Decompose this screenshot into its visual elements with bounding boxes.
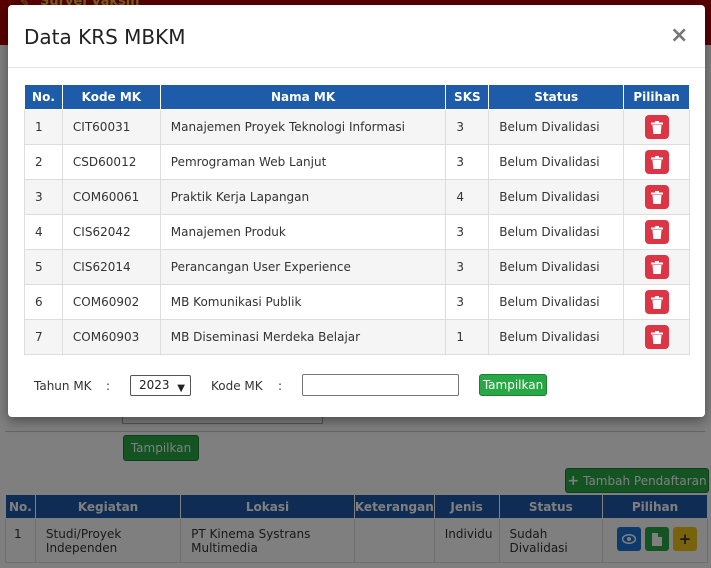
trash-icon — [650, 190, 663, 204]
table-row: 1 CIT60031 Manajemen Proyek Teknologi Info… — [24, 109, 690, 145]
krs-header-row: No. Kode MK Nama MK SKS Status Pilihan — [24, 84, 690, 110]
col-header-kode: Kode MK — [61, 84, 161, 110]
cell-nama: Perancangan User Experience — [159, 249, 447, 285]
trash-icon — [650, 120, 663, 134]
cell-nama: Pemrograman Web Lanjut — [159, 144, 447, 180]
cell-status: Belum Divalidasi — [488, 179, 625, 215]
cell-status: Belum Divalidasi — [488, 319, 625, 355]
cell-pilihan — [623, 144, 690, 180]
cell-pilihan — [623, 109, 690, 145]
delete-button[interactable] — [644, 115, 669, 139]
modal-title: Data KRS MBKM — [24, 25, 186, 49]
cell-pilihan — [623, 179, 690, 215]
delete-button[interactable] — [644, 290, 669, 314]
tahun-colon: : — [106, 379, 111, 393]
col-header-pilihan: Pilihan — [623, 84, 690, 110]
cell-sks: 3 — [445, 144, 490, 180]
cell-status: Belum Divalidasi — [488, 214, 625, 250]
kode-label: Kode MK — [211, 379, 263, 393]
filter-bar: Tahun MK : 2023 ▼ Kode MK : Tampilkan — [34, 373, 674, 399]
cell-sks: 1 — [445, 319, 490, 355]
cell-status: Belum Divalidasi — [488, 249, 625, 285]
trash-icon — [650, 260, 663, 274]
delete-button[interactable] — [644, 150, 669, 174]
cell-sks: 3 — [445, 249, 490, 285]
cell-status: Belum Divalidasi — [488, 284, 625, 320]
cell-pilihan — [623, 284, 690, 320]
trash-icon — [650, 225, 663, 239]
tahun-select[interactable]: 2023 ▼ — [130, 375, 191, 396]
trash-icon — [650, 295, 663, 309]
cell-kode: CIT60031 — [61, 109, 161, 145]
table-row: 3 COM60061 Praktik Kerja Lapangan 4 Belum Di… — [24, 179, 690, 215]
delete-button[interactable] — [644, 220, 669, 244]
table-row: 4 CIS62042 Manajemen Produk 3 Belum Divalida… — [24, 214, 690, 250]
cell-kode: CIS62042 — [61, 214, 161, 250]
modal-header: Data KRS MBKM × — [8, 5, 705, 68]
cell-sks: 4 — [445, 179, 490, 215]
cell-kode: CIS62014 — [61, 249, 161, 285]
col-header-sks: SKS — [445, 84, 490, 110]
cell-pilihan — [623, 249, 690, 285]
cell-kode: COM60903 — [61, 319, 161, 355]
kode-colon: : — [278, 379, 283, 393]
delete-button[interactable] — [644, 325, 669, 349]
col-header-status: Status — [488, 84, 625, 110]
cell-pilihan — [623, 214, 690, 250]
table-row: 2 CSD60012 Pemrograman Web Lanjut 3 Belum Di… — [24, 144, 690, 180]
col-header-no: No. — [24, 84, 63, 110]
delete-button[interactable] — [644, 185, 669, 209]
cell-kode: COM60902 — [61, 284, 161, 320]
table-row: 5 CIS62014 Perancangan User Experience 3 Bel… — [24, 249, 690, 285]
cell-nama: MB Diseminasi Merdeka Belajar — [159, 319, 447, 355]
cell-nama: Manajemen Produk — [159, 214, 447, 250]
chevron-down-icon: ▼ — [177, 383, 185, 394]
cell-status: Belum Divalidasi — [488, 109, 625, 145]
tahun-label: Tahun MK — [34, 379, 92, 393]
cell-sks: 3 — [445, 109, 490, 145]
krs-modal: Data KRS MBKM × No. Kode MK Nama MK SKS … — [8, 5, 705, 417]
trash-icon — [650, 155, 663, 169]
trash-icon — [650, 330, 663, 344]
cell-no: 2 — [24, 144, 63, 180]
cell-nama: Manajemen Proyek Teknologi Informasi — [159, 109, 447, 145]
cell-no: 3 — [24, 179, 63, 215]
cell-status: Belum Divalidasi — [488, 144, 625, 180]
cell-sks: 3 — [445, 214, 490, 250]
cell-nama: MB Komunikasi Publik — [159, 284, 447, 320]
close-icon[interactable]: × — [670, 23, 688, 48]
cell-no: 5 — [24, 249, 63, 285]
cell-no: 4 — [24, 214, 63, 250]
col-header-nama: Nama MK — [159, 84, 447, 110]
cell-nama: Praktik Kerja Lapangan — [159, 179, 447, 215]
cell-no: 1 — [24, 109, 63, 145]
krs-table: No. Kode MK Nama MK SKS Status Pilihan 1… — [24, 84, 690, 355]
table-row: 6 COM60902 MB Komunikasi Publik 3 Belum Diva… — [24, 284, 690, 320]
cell-no: 7 — [24, 319, 63, 355]
table-row: 7 COM60903 MB Diseminasi Merdeka Belajar 1 B… — [24, 319, 690, 355]
cell-kode: COM60061 — [61, 179, 161, 215]
cell-no: 6 — [24, 284, 63, 320]
cell-pilihan — [623, 319, 690, 355]
delete-button[interactable] — [644, 255, 669, 279]
kode-mk-input[interactable] — [302, 374, 459, 396]
cell-kode: CSD60012 — [61, 144, 161, 180]
show-button[interactable]: Tampilkan — [479, 374, 547, 396]
tahun-value: 2023 — [139, 378, 170, 392]
cell-sks: 3 — [445, 284, 490, 320]
